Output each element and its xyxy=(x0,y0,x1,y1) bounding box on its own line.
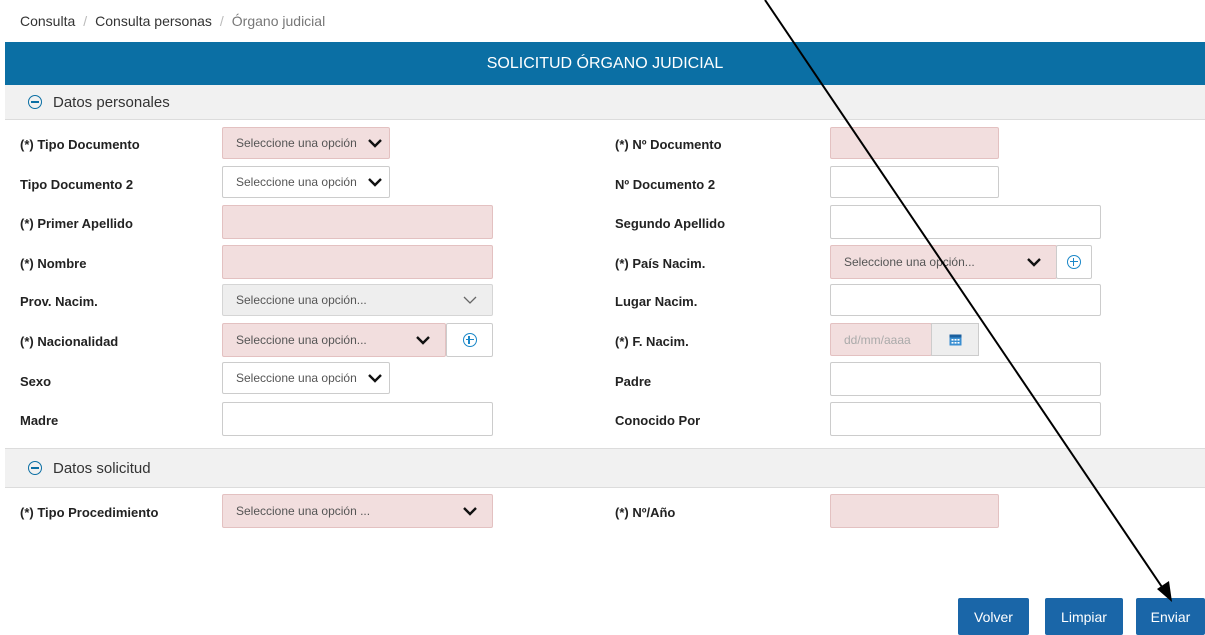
select-sexo[interactable]: Seleccione una opción xyxy=(222,362,390,394)
section-header-datos-solicitud[interactable]: Datos solicitud xyxy=(5,448,1205,488)
input-n-anio[interactable] xyxy=(830,494,999,528)
label-n-anio: (*) Nº/Año xyxy=(615,505,676,520)
breadcrumb-item-organo-judicial: Órgano judicial xyxy=(231,13,326,29)
label-f-nacim: (*) F. Nacim. xyxy=(615,334,689,349)
input-primer-apellido[interactable] xyxy=(222,205,493,239)
chevron-down-icon xyxy=(1026,257,1042,267)
breadcrumb-item-consulta[interactable]: Consulta xyxy=(20,13,75,29)
label-tipo-procedimiento: (*) Tipo Procedimiento xyxy=(20,505,159,520)
input-n-documento-2[interactable] xyxy=(830,166,999,198)
collapse-icon[interactable] xyxy=(28,461,42,475)
section-header-datos-personales[interactable]: Datos personales xyxy=(5,85,1205,120)
input-segundo-apellido[interactable] xyxy=(830,205,1101,239)
add-nacionalidad-button[interactable] xyxy=(446,323,493,357)
label-segundo-apellido: Segundo Apellido xyxy=(615,216,726,231)
label-tipo-documento: (*) Tipo Documento xyxy=(20,137,140,152)
label-n-documento-2: Nº Documento 2 xyxy=(615,177,716,192)
input-f-nacim[interactable]: dd/mm/aaaa xyxy=(830,323,932,356)
section-title: Datos solicitud xyxy=(53,459,151,477)
select-tipo-documento-2[interactable]: Seleccione una opción xyxy=(222,166,390,198)
breadcrumb: Consulta / Consulta personas / Órgano ju… xyxy=(0,0,1205,42)
plus-circle-icon xyxy=(1067,255,1081,269)
input-lugar-nacim[interactable] xyxy=(830,284,1101,316)
chevron-down-icon xyxy=(367,177,383,187)
section-title: Datos personales xyxy=(53,93,170,111)
calendar-icon xyxy=(949,334,961,346)
input-madre[interactable] xyxy=(222,402,493,436)
limpiar-button[interactable]: Limpiar xyxy=(1045,598,1123,635)
volver-button[interactable]: Volver xyxy=(958,598,1029,635)
label-tipo-documento-2: Tipo Documento 2 xyxy=(20,177,134,192)
input-conocido-por[interactable] xyxy=(830,402,1101,436)
chevron-down-icon xyxy=(462,295,478,305)
add-pais-button[interactable] xyxy=(1056,245,1092,279)
input-n-documento[interactable] xyxy=(830,127,999,159)
input-nombre[interactable] xyxy=(222,245,493,279)
collapse-icon[interactable] xyxy=(28,95,42,109)
select-tipo-documento[interactable]: Seleccione una opción xyxy=(222,127,390,159)
label-prov-nacim: Prov. Nacim. xyxy=(20,294,98,309)
chevron-down-icon xyxy=(415,335,431,345)
enviar-button[interactable]: Enviar xyxy=(1136,598,1205,635)
page-title: SOLICITUD ÓRGANO JUDICIAL xyxy=(5,42,1205,85)
calendar-button[interactable] xyxy=(931,323,979,356)
breadcrumb-item-consulta-personas[interactable]: Consulta personas xyxy=(95,13,212,29)
label-nombre: (*) Nombre xyxy=(20,256,87,271)
label-lugar-nacim: Lugar Nacim. xyxy=(615,294,698,309)
breadcrumb-separator: / xyxy=(219,13,224,29)
label-sexo: Sexo xyxy=(20,374,52,389)
label-conocido-por: Conocido Por xyxy=(615,413,701,428)
label-n-documento: (*) Nº Documento xyxy=(615,137,722,152)
select-pais-nacim[interactable]: Seleccione una opción... xyxy=(830,245,1057,279)
input-padre[interactable] xyxy=(830,362,1101,396)
chevron-down-icon xyxy=(462,506,478,516)
chevron-down-icon xyxy=(367,138,383,148)
label-padre: Padre xyxy=(615,374,652,389)
chevron-down-icon xyxy=(367,373,383,383)
plus-circle-icon xyxy=(462,333,477,347)
label-nacionalidad: (*) Nacionalidad xyxy=(20,334,119,349)
label-madre: Madre xyxy=(20,413,59,428)
select-tipo-procedimiento[interactable]: Seleccione una opción ... xyxy=(222,494,493,528)
breadcrumb-separator: / xyxy=(83,13,88,29)
form-panel: SOLICITUD ÓRGANO JUDICIAL Datos personal… xyxy=(5,42,1205,578)
label-primer-apellido: (*) Primer Apellido xyxy=(20,216,133,231)
select-nacionalidad[interactable]: Seleccione una opción... xyxy=(222,323,446,357)
label-pais-nacim: (*) País Nacim. xyxy=(615,256,706,271)
select-prov-nacim[interactable]: Seleccione una opción... xyxy=(222,284,493,316)
